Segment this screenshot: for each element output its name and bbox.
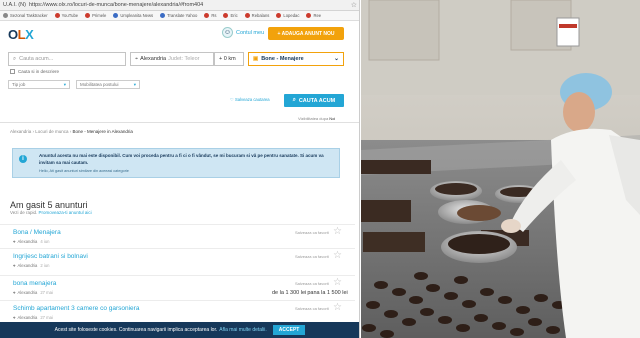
location-pin-icon: ⌖	[13, 315, 16, 320]
notice-text: Anuntul acesta nu mai este disponibil. C…	[39, 153, 324, 165]
location-pin-icon: ⌖	[13, 239, 16, 244]
cookie-banner: Acest site foloseste cookies. Continuare…	[0, 322, 359, 338]
chevron-down-icon: ▾	[133, 82, 136, 87]
bookmark-icon	[3, 13, 8, 18]
ad-location: ⌖ Alexandria 2 iun	[13, 263, 50, 268]
expired-listing-notice: i Anuntul acesta nu mai este disponibil.…	[12, 148, 340, 178]
list-item[interactable]: bona menajera ⌖ Alexandria 27 mai Salveaza…	[0, 275, 355, 298]
search-button[interactable]: ⌕ CAUTA ACUM	[284, 94, 344, 107]
ad-title[interactable]: Ingrijesc batrani si bolnavi	[13, 253, 88, 260]
bookmark-icon	[160, 13, 166, 18]
location-input[interactable]: ⌖ Alexandria Judet: Teleor	[130, 52, 214, 66]
breadcrumb-item[interactable]: Locuri de munca	[35, 129, 68, 134]
radius-select[interactable]: + 0 km	[214, 52, 244, 66]
star-icon[interactable]: ☆	[333, 227, 342, 237]
cookie-text: Acest site foloseste cookies. Continuare…	[54, 327, 218, 333]
browser-window: U.A.I. (N) https://www.olx.ro/locuri-de-…	[0, 0, 360, 338]
cookie-accept-button[interactable]: ACCEPT	[272, 325, 306, 335]
search-icon: ⌕	[292, 97, 296, 103]
bookmark-icon	[306, 13, 312, 18]
add-listing-button[interactable]: + ADAUGA ANUNT NOU	[268, 27, 344, 40]
location-pin-icon: ⌖	[13, 290, 16, 295]
search-description-option[interactable]: Cauta si in descriere	[10, 69, 59, 74]
url-text[interactable]: https://www.olx.ro/locuri-de-munca/bone-…	[29, 2, 203, 8]
search-icon: ⌕	[13, 55, 17, 62]
save-search-link[interactable]: ♡ Salveaza cautarea	[230, 97, 270, 102]
bookmark-item[interactable]: Primele	[85, 13, 106, 18]
search-input[interactable]: ⌕ Cauta acum...	[8, 52, 126, 66]
olx-logo[interactable]: OLX	[8, 28, 34, 41]
ad-location: ⌖ Alexandria 4 iun	[13, 239, 50, 244]
bookmark-icon	[223, 13, 229, 18]
save-favorite-link[interactable]: Salveaza ca favorit	[295, 230, 329, 235]
heart-icon: ♡	[230, 97, 234, 102]
cookie-details-link[interactable]: Afla mai multe detalii.	[219, 327, 267, 333]
ad-location: ⌖ Alexandria 27 mai	[13, 315, 53, 320]
save-favorite-link[interactable]: Salveaza ca favorit	[295, 281, 329, 286]
bookmark-icon	[276, 13, 282, 18]
ad-title[interactable]: Bona / Menajera	[13, 229, 61, 236]
bookmark-icon	[113, 13, 119, 18]
site-header: OLX ☺ Contul meu + ADAUGA ANUNT NOU	[0, 22, 359, 46]
results-heading: Am gasit 5 anunturi	[10, 200, 88, 210]
star-icon[interactable]: ☆	[333, 303, 342, 313]
location-pin-icon: ⌖	[13, 263, 16, 268]
bookmark-icon	[204, 13, 210, 18]
breadcrumb-item[interactable]: Alexandria	[10, 129, 31, 134]
category-select[interactable]: ▣ Bone - Menajere ⌄	[248, 52, 344, 66]
promote-link[interactable]: Promoveaza-ti anuntul aici	[39, 210, 92, 215]
job-type-filter[interactable]: Tip job ▾	[8, 80, 70, 89]
notice-subtext: Hello, Ati gasit anunturi similare din a…	[39, 169, 129, 173]
youtube-icon	[54, 13, 60, 18]
bookmark-icon	[85, 13, 91, 18]
list-item[interactable]: Bona / Menajera ⌖ Alexandria 4 iun Salveaz…	[0, 224, 355, 247]
ad-title[interactable]: Schimb apartament 3 camere co garsoniera	[13, 305, 139, 312]
ad-title[interactable]: bona menajera	[13, 280, 56, 287]
star-icon[interactable]: ☆	[333, 278, 342, 288]
mobility-filter[interactable]: Mobilitatea postului ▾	[76, 80, 140, 89]
bookmark-item[interactable]: Rs	[204, 13, 216, 18]
chevron-down-icon: ⌄	[333, 56, 339, 62]
factory-photo-illustration	[361, 0, 640, 338]
bookmark-item[interactable]: Lopedac	[276, 13, 299, 18]
location-pin-icon: ⌖	[135, 55, 139, 62]
url-prefix: U.A.I. (N)	[3, 2, 26, 8]
bookmarks-bar: Sezonal Tasktracker YouTube Primele Umpl…	[0, 11, 359, 21]
bookmark-item[interactable]: YouTube	[54, 13, 78, 18]
star-icon[interactable]: ☆	[333, 251, 342, 261]
list-item[interactable]: Ingrijesc batrani si bolnavi ⌖ Alexandria…	[0, 248, 355, 271]
list-item[interactable]: Schimb apartament 3 camere co garsoniera…	[0, 300, 355, 323]
ad-location: ⌖ Alexandria 27 mai	[13, 290, 53, 295]
ad-price: de la 1 300 lei pana la 1 500 lei	[272, 290, 348, 296]
bookmark-star-icon[interactable]: ☆	[351, 1, 357, 9]
bookmark-item[interactable]: Ree	[306, 13, 321, 18]
results-subtext: Vezi de rapid. Promoveaza-ti anuntul aic…	[10, 210, 92, 215]
user-avatar-icon: ☺	[222, 27, 233, 38]
bookmark-item[interactable]: Translate Yahoo	[160, 13, 197, 18]
account-link[interactable]: ☺ Contul meu	[222, 27, 264, 38]
bookmark-icon	[244, 13, 250, 18]
search-form: ⌕ Cauta acum... ⌖ Alexandria Judet: Tele…	[8, 52, 344, 66]
sort-control[interactable]: Vizibilitatea dupa Noi	[298, 116, 335, 121]
description-checkbox[interactable]	[10, 69, 15, 74]
bookmark-item[interactable]: Umpleanita News	[113, 13, 153, 18]
address-bar[interactable]: U.A.I. (N) https://www.olx.ro/locuri-de-…	[0, 0, 359, 11]
divider	[0, 122, 359, 123]
bookmark-item[interactable]: Rebalans	[244, 13, 269, 18]
chevron-down-icon: ▾	[63, 82, 66, 87]
breadcrumb: Alexandria › Locuri de munca › Bone - Me…	[10, 129, 133, 134]
info-icon: i	[19, 155, 27, 163]
chocolate-factory-photo	[361, 0, 640, 338]
category-icon: ▣	[253, 56, 259, 62]
save-favorite-link[interactable]: Salveaza ca favorit	[295, 254, 329, 259]
breadcrumb-current: Bone - Menajere in Alexandria	[72, 129, 133, 134]
account-label: Contul meu	[236, 29, 265, 36]
bookmark-item[interactable]: Sezonal Tasktracker	[3, 13, 48, 18]
bookmark-item[interactable]: Eric	[223, 13, 238, 18]
save-favorite-link[interactable]: Salveaza ca favorit	[295, 306, 329, 311]
